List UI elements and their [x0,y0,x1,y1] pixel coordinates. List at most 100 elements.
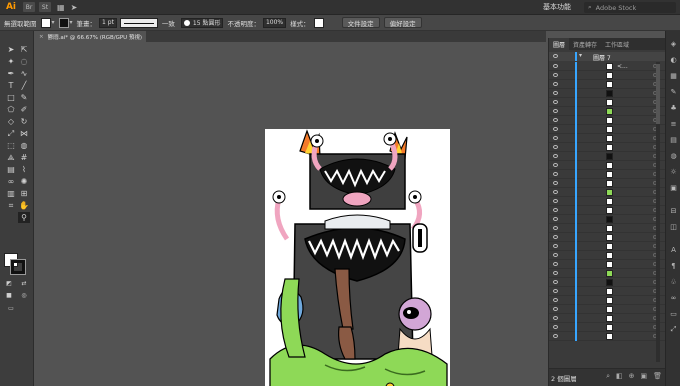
pen-icon[interactable]: ✒ [5,68,17,79]
slice-icon[interactable]: ⌗ [5,200,17,211]
scrollbar-thumb[interactable] [656,64,660,124]
tab-layers[interactable]: 圖層 [549,38,570,50]
screen-mode-icon[interactable]: ▭ [5,303,17,314]
paintbrush-icon[interactable]: ✎ [18,92,30,103]
stock-button[interactable]: St [39,2,51,12]
bridge-button[interactable]: Br [23,2,35,12]
layer-row[interactable] [549,242,666,251]
tab-artboards[interactable]: 工作區域 [601,38,633,50]
visibility-eye-icon[interactable] [553,199,558,203]
transform-dock-icon[interactable]: ⤢ [669,325,678,334]
scale-icon[interactable]: ⤢ [5,128,17,139]
layer-row[interactable] [549,314,666,323]
align-dock-icon[interactable]: ⊟ [669,206,678,215]
drawing-mode-icon[interactable]: ◎ [18,290,30,301]
symbols-dock-icon[interactable]: ♣ [669,103,678,112]
stroke-swatch[interactable] [58,17,69,28]
visibility-eye-icon[interactable] [553,109,558,113]
visibility-eye-icon[interactable] [553,334,558,338]
locate-object-icon[interactable]: ⌕ [606,372,610,381]
column-graph-icon[interactable]: ▥ [5,188,17,199]
layer-row[interactable] [549,143,666,152]
pathfinder-dock-icon[interactable]: ◫ [669,222,678,231]
gradient-icon[interactable]: ▤ [5,164,17,175]
line-icon[interactable]: ╱ [18,80,30,91]
document-tab[interactable]: × 鬱悶.ai* @ 66.67% (RGB/GPU 預視) [36,31,146,42]
layer-row[interactable] [549,80,666,89]
width-icon[interactable]: ⋈ [18,128,30,139]
visibility-eye-icon[interactable] [553,289,558,293]
eyedropper-icon[interactable]: ⌇ [18,164,30,175]
visibility-eye-icon[interactable] [553,82,558,86]
layers-dock-icon[interactable]: ◈ [669,39,678,48]
visibility-eye-icon[interactable] [553,244,558,248]
visibility-eye-icon[interactable] [553,118,558,122]
stroke-dock-icon[interactable]: ≡ [669,119,678,128]
visibility-eye-icon[interactable] [553,163,558,167]
visibility-eye-icon[interactable] [553,298,558,302]
tab-asset-export[interactable]: 資產轉存 [569,38,601,50]
direct-selection-icon[interactable]: ⇱ [18,44,30,55]
new-sublayer-icon[interactable]: ⊕ [629,372,635,381]
artboard-icon[interactable]: ⊞ [18,188,30,199]
document-setup-button[interactable]: 文件設定 [341,17,380,28]
visibility-eye-icon[interactable] [553,127,558,131]
canvas-area[interactable] [36,42,546,386]
gradient-dock-icon[interactable]: ▤ [669,135,678,144]
links-dock-icon[interactable]: ∞ [669,293,678,302]
sublayer-name[interactable]: <... [617,63,628,70]
graphic-style-swatch[interactable] [313,17,324,28]
layer-row[interactable] [549,197,666,206]
artboards-dock-icon[interactable]: ▭ [669,309,678,318]
layer-row[interactable] [549,98,666,107]
brush-definition-select[interactable]: 15 點圓形 [180,17,224,28]
visibility-eye-icon[interactable] [553,253,558,257]
visibility-eye-icon[interactable] [553,271,558,275]
visibility-eye-icon[interactable] [553,100,558,104]
visibility-eye-icon[interactable] [553,91,558,95]
layer-row[interactable] [549,188,666,197]
visibility-eye-icon[interactable] [553,181,558,185]
layer-row[interactable] [549,287,666,296]
layer-row[interactable] [549,224,666,233]
visibility-eye-icon[interactable] [553,235,558,239]
visibility-eye-icon[interactable] [553,154,558,158]
arrange-documents-icon[interactable]: ▦ [57,3,65,12]
layer-row-top[interactable]: ▾ 圖層 7 [549,52,666,62]
visibility-eye-icon[interactable] [553,217,558,221]
layer-row[interactable] [549,251,666,260]
layer-row[interactable] [549,107,666,116]
layer-row[interactable] [549,323,666,332]
layer-row[interactable] [549,305,666,314]
color-mode-icon[interactable]: ■ [3,290,15,301]
layer-row[interactable] [549,296,666,305]
visibility-eye-icon[interactable] [553,64,558,68]
visibility-eye-icon[interactable] [553,226,558,230]
layer-name[interactable]: 圖層 7 [593,53,611,62]
visibility-eye-icon[interactable] [553,316,558,320]
swatches-dock-icon[interactable]: ▦ [669,71,678,80]
visibility-eye-icon[interactable] [553,190,558,194]
layer-row[interactable] [549,269,666,278]
shape-builder-icon[interactable]: ◍ [18,140,30,151]
layer-row[interactable] [549,332,666,341]
layer-row[interactable] [549,170,666,179]
layer-row[interactable] [549,134,666,143]
preferences-button[interactable]: 偏好設定 [383,17,422,28]
layer-row[interactable] [549,116,666,125]
visibility-eye-icon[interactable] [553,307,558,311]
blend-icon[interactable]: ∞ [5,176,17,187]
swap-colors-icon[interactable]: ⇄ [18,278,30,289]
layer-row[interactable] [549,260,666,269]
layer-row[interactable] [549,161,666,170]
sublayer-row[interactable]: <... [549,62,666,71]
visibility-eye-icon[interactable] [553,262,558,266]
zoom-icon[interactable]: ⚲ [18,212,30,223]
color-dock-icon[interactable]: ◐ [669,55,678,64]
layer-row[interactable] [549,71,666,80]
new-layer-icon[interactable]: ▣ [640,372,647,381]
visibility-eye-icon[interactable] [553,73,558,77]
artboard[interactable] [265,129,450,386]
shaper-icon[interactable]: ⬠ [5,104,17,115]
layer-row[interactable] [549,206,666,215]
